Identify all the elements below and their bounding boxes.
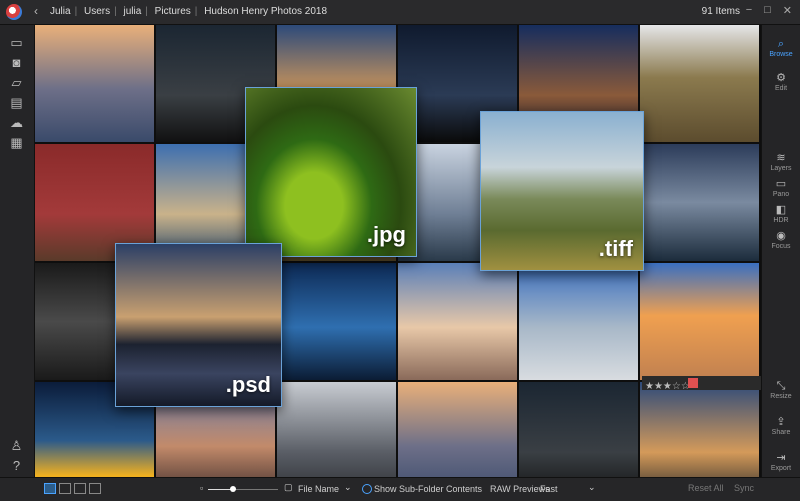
sort-select[interactable]: File Name	[298, 484, 339, 494]
person-icon[interactable]: ♙	[9, 439, 24, 452]
breadcrumb-item[interactable]: Pictures	[153, 6, 193, 17]
breadcrumb-item[interactable]: Julia	[48, 6, 73, 17]
tool-share[interactable]: ⇪ Share	[762, 416, 800, 437]
tool-label: Browse	[769, 51, 793, 58]
psd-preview[interactable]: .psd	[115, 243, 282, 407]
back-icon[interactable]: ‹	[34, 4, 38, 18]
tool-hdr[interactable]: ◧ HDR	[762, 204, 800, 225]
layers-icon: ≋	[776, 152, 786, 164]
tool-edit[interactable]: ⚙ Edit	[762, 72, 800, 93]
share-icon: ⇪	[776, 416, 786, 428]
file-type-label: .jpg	[366, 222, 406, 247]
drive-icon[interactable]: ▤	[9, 96, 24, 109]
subfolder-checkbox[interactable]	[362, 484, 372, 494]
tool-label: HDR	[773, 217, 789, 224]
raw-previews-select[interactable]: Fast	[540, 484, 558, 494]
tiff-preview[interactable]: .tiff	[480, 111, 644, 271]
file-type-label: .tiff	[598, 236, 633, 261]
window-controls: − □ ✕	[746, 4, 792, 17]
module-toolbar: ⌕ Browse ⚙ Edit ≋ Layers ▭ Pano ◧ HDR ◉ Focus ⤡ Resiz…	[761, 25, 800, 477]
compare-view-icon[interactable]	[74, 483, 86, 494]
tool-label: Edit	[774, 85, 788, 92]
tool-pano[interactable]: ▭ Pano	[762, 178, 800, 199]
thumbnail-size-slider[interactable]	[208, 486, 278, 492]
photo-thumbnail[interactable]	[35, 25, 154, 142]
breadcrumb-item[interactable]: Hudson Henry Photos 2018	[202, 6, 329, 17]
chevron-down-icon[interactable]: ⌄	[588, 482, 596, 493]
single-view-icon[interactable]	[59, 483, 71, 494]
export-icon: ⇥	[776, 452, 786, 464]
photo-thumbnail[interactable]	[640, 263, 759, 380]
folder-icon[interactable]: ▱	[9, 76, 24, 89]
photo-thumbnail[interactable]	[277, 263, 396, 380]
photo-grid: ★★★☆☆ .jpg .tiff .psd	[35, 25, 762, 477]
tool-label: Layers	[770, 165, 792, 172]
file-type-label: .psd	[225, 372, 271, 397]
breadcrumb-item[interactable]: Users	[82, 6, 112, 17]
star-rating[interactable]: ★★★☆☆	[642, 381, 690, 392]
photo-thumbnail[interactable]	[640, 25, 759, 142]
chevron-down-icon[interactable]: ⌄	[344, 482, 352, 493]
photo-thumbnail[interactable]	[277, 382, 396, 477]
photo-thumbnail[interactable]	[519, 382, 638, 477]
photo-thumbnail[interactable]	[640, 144, 759, 261]
sync-button[interactable]: Sync	[734, 483, 754, 493]
subfolder-label: Show Sub-Folder Contents	[374, 484, 483, 494]
filmstrip-view-icon[interactable]	[89, 483, 101, 494]
bottom-bar: ▫ ▢ File Name ⌄ Show Sub-Folder Contents…	[0, 477, 800, 501]
tool-browse[interactable]: ⌕ Browse	[762, 38, 800, 59]
pano-icon: ▭	[775, 178, 787, 190]
stack-icon[interactable]: ▦	[9, 136, 24, 149]
tool-label: Export	[770, 465, 792, 472]
slider-thumb[interactable]	[229, 486, 236, 492]
monitor-icon[interactable]: ▭	[9, 36, 24, 49]
slider-fill	[208, 489, 233, 490]
edit-icon: ⚙	[776, 72, 786, 84]
photo-thumbnail[interactable]	[398, 263, 517, 380]
resize-icon: ⤡	[776, 380, 786, 392]
tool-label: Focus	[771, 243, 791, 250]
large-thumb-icon: ▢	[284, 482, 293, 492]
item-count: 91 Items	[701, 6, 740, 17]
minimize-icon[interactable]: −	[746, 4, 752, 17]
help-icon[interactable]: ?	[9, 459, 24, 472]
breadcrumb-item[interactable]: julia	[121, 6, 143, 17]
tool-layers[interactable]: ≋ Layers	[762, 152, 800, 173]
close-icon[interactable]: ✕	[783, 4, 792, 17]
rating-bar[interactable]: ★★★☆☆	[642, 376, 762, 392]
tool-resize[interactable]: ⤡ Resize	[762, 380, 800, 401]
photo-thumbnail[interactable]	[640, 382, 759, 477]
small-thumb-icon: ▫	[200, 483, 204, 493]
tool-focus[interactable]: ◉ Focus	[762, 230, 800, 251]
source-sidebar: ▭ ◙ ▱ ▤ ☁ ▦ ♙ ?	[0, 25, 35, 477]
jpg-preview[interactable]: .jpg	[245, 87, 417, 257]
focus-icon: ◉	[776, 230, 786, 242]
reset-all-button[interactable]: Reset All	[688, 483, 724, 493]
title-bar: ‹ Julia | Users | julia | Pictures | Hudson …	[0, 0, 800, 25]
tool-label: Share	[771, 429, 791, 436]
color-label-flag[interactable]	[688, 378, 698, 388]
grid-view-icon[interactable]	[44, 483, 56, 494]
browse-icon: ⌕	[777, 38, 785, 50]
cloud-icon[interactable]: ☁	[9, 116, 24, 129]
tool-label: Pano	[772, 191, 790, 198]
camera-icon[interactable]: ◙	[9, 56, 24, 69]
tool-export[interactable]: ⇥ Export	[762, 452, 800, 473]
maximize-icon[interactable]: □	[764, 4, 771, 17]
breadcrumb: Julia | Users | julia | Pictures | Hudson He…	[48, 6, 329, 17]
hdr-icon: ◧	[775, 204, 787, 216]
tool-label: Resize	[770, 393, 792, 400]
app-logo-icon	[6, 4, 22, 20]
photo-thumbnail[interactable]	[519, 263, 638, 380]
photo-thumbnail[interactable]	[398, 382, 517, 477]
